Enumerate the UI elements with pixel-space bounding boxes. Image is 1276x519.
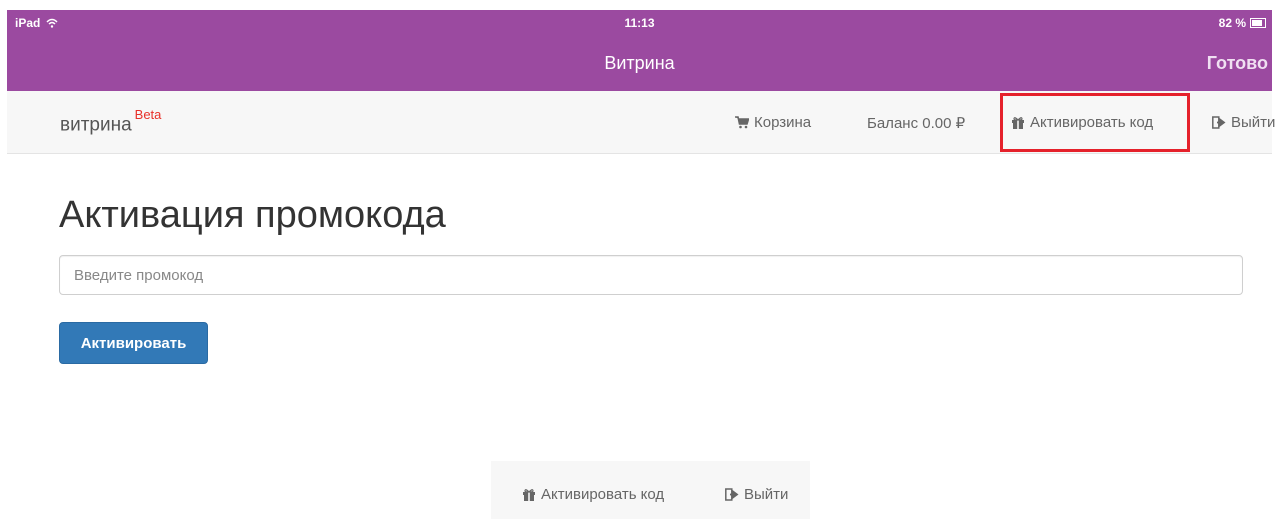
promo-code-input[interactable] (59, 255, 1243, 295)
bottom-logout-label: Выйти (744, 486, 789, 503)
highlight-annotation (1000, 93, 1190, 152)
cart-icon (735, 116, 749, 129)
bottom-navbar: Активировать код Выйти (491, 461, 810, 519)
beta-badge: Beta (134, 107, 162, 122)
nav-logout-link[interactable]: Выйти (1212, 114, 1275, 131)
gift-icon (523, 489, 535, 501)
page-title: Активация промокода (59, 194, 446, 236)
logout-icon (1212, 116, 1226, 129)
nav-balance-link[interactable]: Баланс 0.00 ₽ (867, 114, 965, 132)
screen-margin-left (0, 0, 7, 519)
done-button[interactable]: Готово (1207, 53, 1268, 74)
brand-name: витрина (60, 114, 132, 136)
battery-percent: 82 % (1218, 16, 1246, 30)
bottom-activate-code-link[interactable]: Активировать код (522, 486, 664, 503)
nav-cart-link[interactable]: Корзина (735, 114, 811, 131)
nav-logout-label: Выйти (1231, 114, 1276, 131)
activate-button[interactable]: Активировать (59, 322, 208, 364)
brand-logo[interactable]: витрина Beta (60, 107, 161, 136)
screen-margin-right (1272, 0, 1276, 519)
bottom-logout-link[interactable]: Выйти (725, 486, 788, 503)
status-time: 11:13 (624, 16, 655, 30)
ios-top-bar: iPad 11:13 82 % Витрина Готово (7, 10, 1272, 91)
nav-balance-label: Баланс 0.00 ₽ (867, 115, 966, 132)
status-right: 82 % (1219, 16, 1266, 30)
bottom-activate-label: Активировать код (541, 486, 665, 503)
nav-cart-label: Корзина (754, 114, 812, 131)
logout-icon (725, 488, 739, 501)
site-navbar: витрина Beta Корзина Баланс 0.00 ₽ Активи… (7, 91, 1275, 154)
browser-title: Витрина (604, 53, 675, 73)
battery-icon (1250, 18, 1266, 28)
